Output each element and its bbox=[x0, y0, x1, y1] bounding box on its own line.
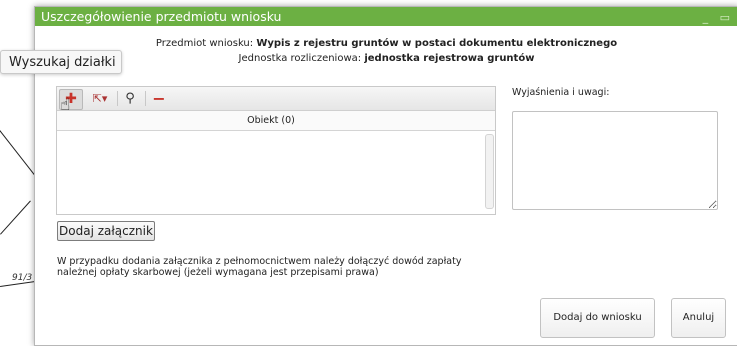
search-icon[interactable]: ⚲ bbox=[121, 89, 139, 108]
add-to-request-button[interactable]: Dodaj do wniosku bbox=[540, 298, 655, 338]
toolbar-separator bbox=[145, 91, 146, 106]
select-parcel-icon[interactable]: ⇱▾ bbox=[87, 89, 113, 108]
subject-value: Wypis z rejestru gruntów w postaci dokum… bbox=[256, 38, 618, 49]
grid-toolbar: ✚ ⇱▾ ⚲ − bbox=[57, 87, 495, 111]
parcel-label: 91/3 bbox=[12, 273, 33, 283]
details-dialog: Uszczegółowienie przedmiotu wniosku _ ▭ … bbox=[34, 6, 737, 346]
objects-grid: ✚ ⇱▾ ⚲ − Obiekt (0) bbox=[56, 86, 496, 215]
hand-cursor-icon: ☝ bbox=[60, 95, 71, 115]
grid-body bbox=[57, 131, 495, 213]
search-parcels-tooltip: Wyszukaj działki bbox=[0, 50, 122, 74]
unit-value: jednostka rejestrowa gruntów bbox=[364, 53, 535, 64]
toolbar-separator bbox=[117, 91, 118, 106]
notes-textarea[interactable] bbox=[512, 111, 718, 210]
request-subject: Przedmiot wniosku: Wypis z rejestru grun… bbox=[35, 38, 737, 49]
add-attachment-button[interactable]: Dodaj załącznik bbox=[57, 221, 155, 241]
dialog-title: Uszczegółowienie przedmiotu wniosku bbox=[41, 9, 282, 24]
window-controls[interactable]: _ ▭ bbox=[703, 8, 734, 27]
dialog-titlebar[interactable]: Uszczegółowienie przedmiotu wniosku _ ▭ bbox=[35, 7, 737, 26]
map-line bbox=[0, 200, 31, 235]
cancel-button[interactable]: Anuluj bbox=[671, 298, 726, 338]
subject-prefix: Przedmiot wniosku: bbox=[155, 38, 254, 49]
grid-scrollbar[interactable] bbox=[485, 134, 494, 209]
attachment-info-text: W przypadku dodania załącznika z pełnomo… bbox=[57, 256, 462, 278]
remove-icon[interactable]: − bbox=[149, 89, 169, 108]
unit-prefix: Jednostka rozliczeniowa: bbox=[238, 53, 362, 64]
grid-column-header[interactable]: Obiekt (0) bbox=[57, 111, 495, 131]
billing-unit: Jednostka rozliczeniowa: jednostka rejes… bbox=[35, 53, 737, 64]
notes-label: Wyjaśnienia i uwagi: bbox=[512, 87, 610, 98]
